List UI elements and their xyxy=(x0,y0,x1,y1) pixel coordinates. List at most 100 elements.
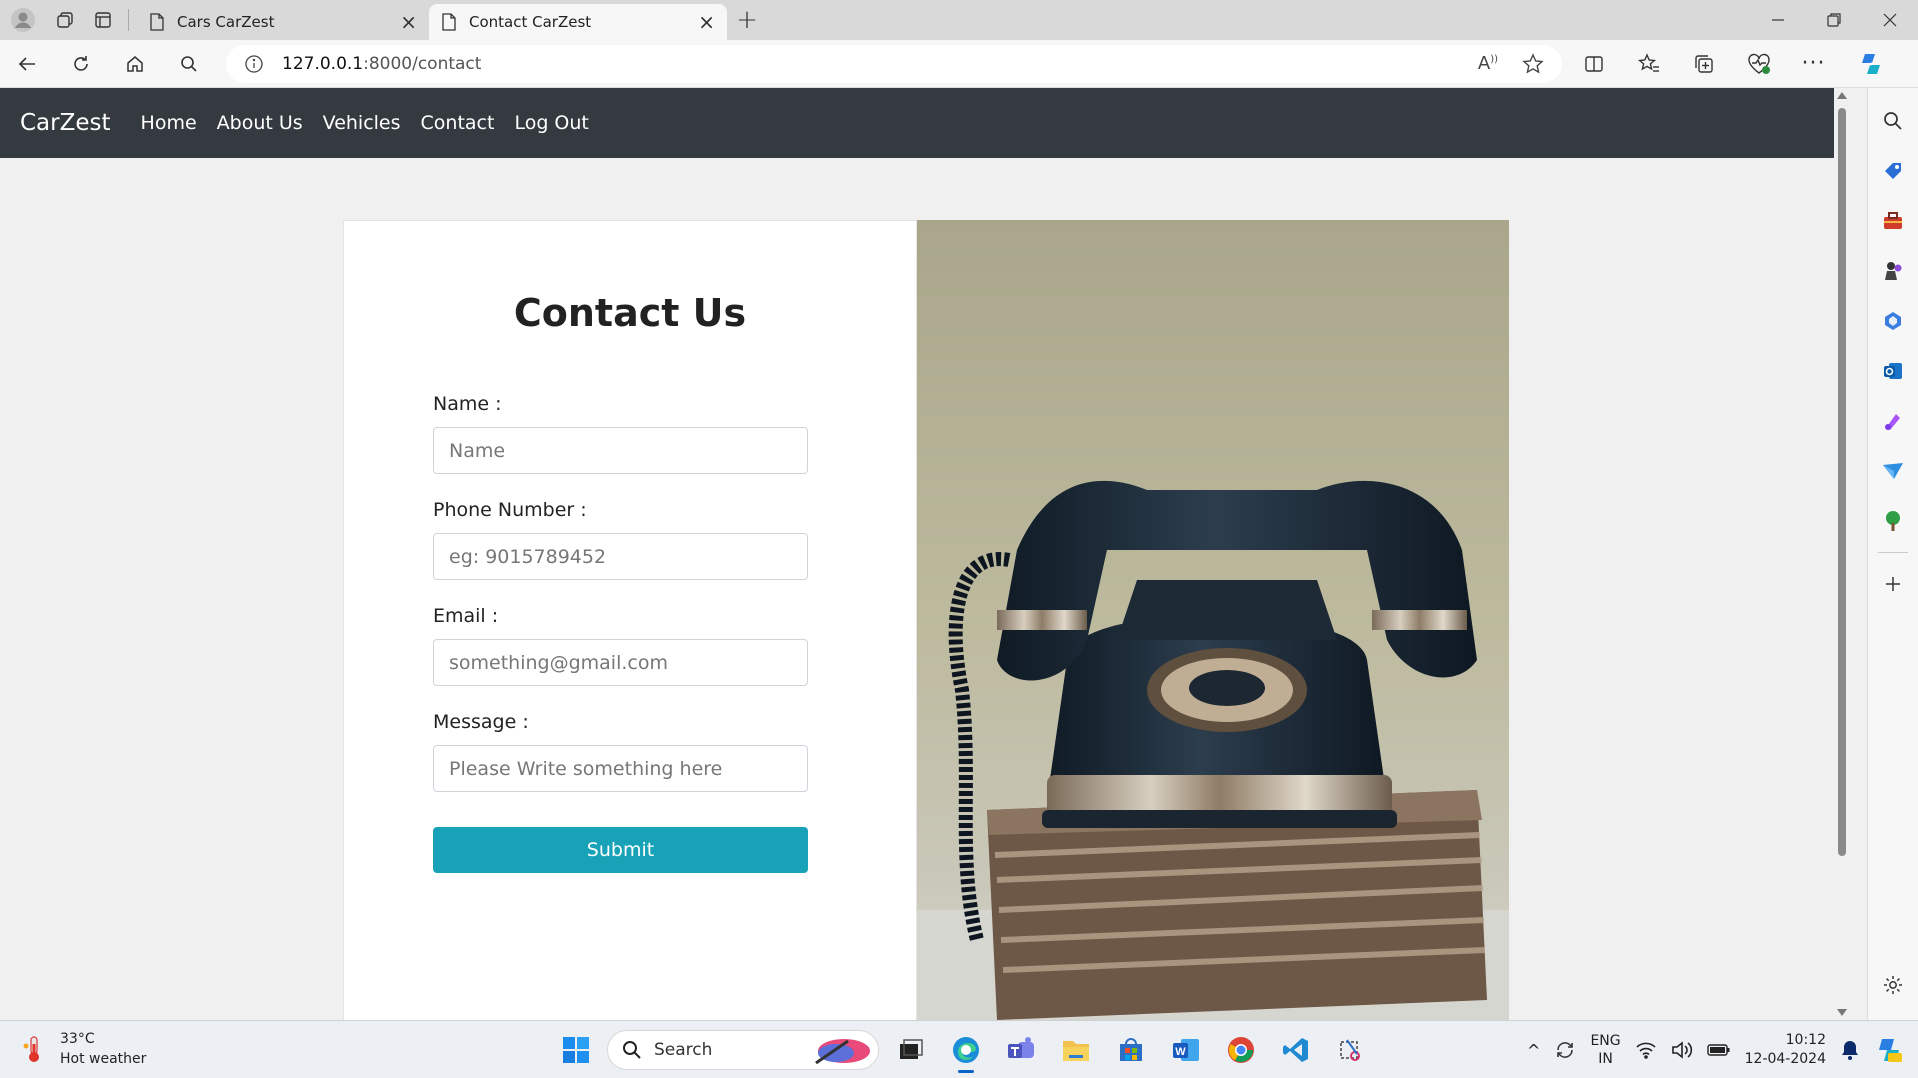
back-button[interactable] xyxy=(0,40,54,88)
taskbar-word[interactable]: W xyxy=(1162,1027,1209,1073)
close-tab-icon[interactable]: × xyxy=(400,10,417,34)
name-input[interactable] xyxy=(433,427,808,474)
start-button[interactable] xyxy=(552,1027,599,1073)
collections-button[interactable] xyxy=(1676,40,1731,88)
home-button[interactable] xyxy=(108,40,162,88)
taskbar-edge[interactable] xyxy=(942,1027,989,1073)
tray-overflow-chevron-icon[interactable]: ^ xyxy=(1527,1041,1540,1060)
sidebar-microsoft365-icon[interactable] xyxy=(1868,296,1918,346)
collections-icon xyxy=(1694,54,1713,73)
tab-contact[interactable]: Contact CarZest × xyxy=(429,4,727,40)
wifi-icon[interactable] xyxy=(1635,1041,1657,1059)
contact-card: Contact Us Name : Phone Number : Email :… xyxy=(343,220,1509,1020)
language-region: IN xyxy=(1598,1051,1613,1067)
sidebar-send-icon[interactable] xyxy=(1868,446,1918,496)
taskbar-search-label: Search xyxy=(654,1040,713,1060)
vintage-telephone-illustration xyxy=(917,220,1509,1020)
taskbar-file-explorer[interactable] xyxy=(1052,1027,1099,1073)
split-screen-button[interactable] xyxy=(1566,40,1621,88)
system-tray: ^ ENG IN 10:12 12-04-2024 xyxy=(1527,1027,1904,1073)
email-label: Email : xyxy=(433,605,499,627)
address-toolbar: 127.0.0.1:8000/contact A)) ··· xyxy=(0,40,1918,88)
minimize-icon[interactable] xyxy=(1750,0,1806,40)
windows-logo-icon xyxy=(562,1037,589,1063)
language-code: ENG xyxy=(1590,1033,1621,1049)
sidebar-tag-icon[interactable] xyxy=(1868,146,1918,196)
clock-time: 10:12 xyxy=(1785,1032,1826,1048)
teams-icon xyxy=(1007,1037,1034,1058)
sidebar-outlook-icon[interactable] xyxy=(1868,346,1918,396)
page-scrollbar[interactable] xyxy=(1834,88,1850,1020)
restore-icon[interactable] xyxy=(1806,0,1862,40)
brand-logo[interactable]: CarZest xyxy=(20,110,111,136)
search-button[interactable] xyxy=(162,40,216,88)
battery-icon[interactable] xyxy=(1706,1043,1731,1057)
url-text[interactable]: 127.0.0.1:8000/contact xyxy=(282,54,1478,74)
message-input[interactable] xyxy=(433,745,808,792)
nav-vehicles[interactable]: Vehicles xyxy=(323,112,401,134)
read-aloud-icon[interactable]: A)) xyxy=(1478,53,1498,74)
weather-temp: 33°C xyxy=(60,1031,95,1047)
close-window-icon[interactable] xyxy=(1862,0,1918,40)
sidebar-designer-icon[interactable] xyxy=(1868,396,1918,446)
nav-home[interactable]: Home xyxy=(141,112,197,134)
edge-sidebar xyxy=(1867,88,1918,1020)
split-screen-icon xyxy=(1584,55,1603,72)
language-indicator[interactable]: ENG IN xyxy=(1590,1032,1620,1068)
page-icon xyxy=(442,13,456,31)
nav-contact[interactable]: Contact xyxy=(421,112,495,134)
clock[interactable]: 10:12 12-04-2024 xyxy=(1745,1031,1826,1069)
new-tab-button[interactable]: + xyxy=(727,0,767,40)
weather-widget[interactable]: 33°C Hot weather xyxy=(20,1029,146,1069)
window-controls xyxy=(1750,0,1918,40)
refresh-button[interactable] xyxy=(54,40,108,88)
phone-input[interactable] xyxy=(433,533,808,580)
more-menu-button[interactable]: ··· xyxy=(1786,40,1841,88)
message-label: Message : xyxy=(433,711,529,733)
email-input[interactable] xyxy=(433,639,808,686)
site-info-icon[interactable] xyxy=(244,54,264,74)
svg-text:W: W xyxy=(1175,1046,1186,1058)
thermometer-icon xyxy=(23,1036,39,1062)
taskbar-teams[interactable] xyxy=(997,1027,1044,1073)
sidebar-tree-icon[interactable] xyxy=(1868,496,1918,546)
contact-form-panel: Contact Us Name : Phone Number : Email :… xyxy=(343,220,917,1020)
folder-icon xyxy=(1062,1041,1089,1061)
nav-log-out[interactable]: Log Out xyxy=(514,112,588,134)
taskbar-task-view[interactable] xyxy=(887,1027,934,1073)
telephone-photo xyxy=(917,220,1509,1020)
sidebar-add-icon[interactable] xyxy=(1868,559,1918,609)
sidebar-toolbox-icon[interactable] xyxy=(1868,196,1918,246)
sidebar-search-icon[interactable] xyxy=(1868,96,1918,146)
close-tab-icon[interactable]: × xyxy=(698,10,715,34)
notification-bell-icon[interactable] xyxy=(1840,1039,1860,1061)
taskbar-chrome[interactable] xyxy=(1217,1027,1264,1073)
weather-desc: Hot weather xyxy=(60,1051,147,1067)
taskbar-vscode[interactable] xyxy=(1272,1027,1319,1073)
sidebar-games-icon[interactable] xyxy=(1868,246,1918,296)
tab-cars[interactable]: Cars CarZest × xyxy=(137,4,429,40)
browser-essentials-button[interactable] xyxy=(1731,40,1786,88)
taskbar-store[interactable] xyxy=(1107,1027,1154,1073)
favorites-button[interactable] xyxy=(1621,40,1676,88)
taskbar-search-box[interactable]: Search xyxy=(607,1030,879,1070)
copilot-preview-icon[interactable] xyxy=(1874,1035,1904,1065)
edge-icon xyxy=(952,1037,979,1063)
scroll-thumb[interactable] xyxy=(1838,108,1846,856)
submit-button[interactable]: Submit xyxy=(433,827,808,873)
scroll-down-arrow-icon[interactable] xyxy=(1837,1009,1847,1016)
copilot-button[interactable] xyxy=(1841,40,1901,88)
volume-icon[interactable] xyxy=(1671,1041,1693,1059)
scroll-up-arrow-icon[interactable] xyxy=(1837,92,1847,99)
nav-about-us[interactable]: About Us xyxy=(217,112,303,134)
active-app-indicator xyxy=(958,1070,974,1073)
address-bar[interactable]: 127.0.0.1:8000/contact A)) xyxy=(226,44,1562,83)
taskbar-snipping-tool[interactable] xyxy=(1327,1027,1374,1073)
workspaces-icon[interactable] xyxy=(46,0,84,40)
url-path: :8000/contact xyxy=(363,53,482,74)
tab-actions-icon[interactable] xyxy=(84,0,122,40)
sidebar-settings-icon[interactable] xyxy=(1868,960,1918,1010)
profile-icon[interactable] xyxy=(0,0,46,40)
favorite-star-icon[interactable] xyxy=(1522,52,1544,75)
sync-icon[interactable] xyxy=(1554,1039,1576,1061)
